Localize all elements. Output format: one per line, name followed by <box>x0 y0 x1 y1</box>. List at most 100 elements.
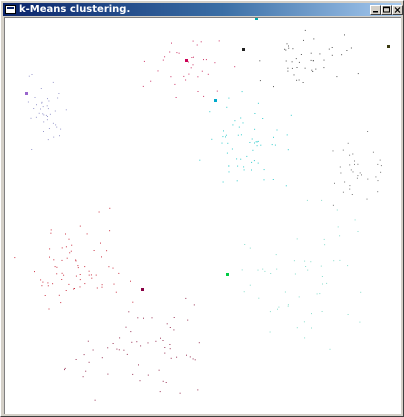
data-point <box>41 101 43 103</box>
plot-canvas[interactable] <box>4 17 401 414</box>
data-point <box>226 152 228 154</box>
data-point <box>221 142 223 144</box>
data-point <box>48 128 50 129</box>
data-point <box>65 290 67 291</box>
data-point <box>60 302 62 304</box>
data-point <box>253 160 255 162</box>
data-point <box>65 233 66 235</box>
minimize-icon <box>373 11 378 13</box>
data-point <box>160 337 161 339</box>
data-point <box>69 252 71 254</box>
data-point <box>132 301 134 303</box>
title-bar[interactable]: k-Means clustering. <box>3 3 403 16</box>
data-point <box>77 265 79 267</box>
data-point <box>55 124 57 126</box>
data-point <box>28 75 30 77</box>
data-point <box>287 70 289 72</box>
data-point <box>307 269 309 271</box>
data-point <box>53 259 55 261</box>
data-point <box>46 119 48 121</box>
data-point <box>50 229 52 231</box>
centroid-point <box>185 59 188 62</box>
data-point <box>179 392 181 394</box>
data-point <box>352 153 354 155</box>
data-point <box>223 130 224 132</box>
data-point <box>187 319 189 321</box>
maximize-button[interactable] <box>381 5 392 15</box>
data-point <box>50 232 52 234</box>
data-point <box>252 149 254 151</box>
data-point <box>31 74 33 75</box>
data-point <box>296 79 298 81</box>
data-point <box>151 317 153 319</box>
data-point <box>36 104 37 106</box>
data-point <box>169 51 171 53</box>
data-point <box>286 134 288 136</box>
data-point <box>304 337 306 339</box>
data-point <box>357 163 359 165</box>
data-point <box>357 73 359 75</box>
data-point <box>273 86 274 88</box>
data-point <box>339 259 341 261</box>
data-point <box>64 367 66 369</box>
data-point <box>372 151 374 153</box>
data-point <box>188 73 190 75</box>
data-point <box>323 59 325 61</box>
data-point <box>48 100 50 102</box>
data-point <box>340 172 342 174</box>
data-point <box>57 97 59 99</box>
app-window: k-Means clustering. <box>0 0 404 417</box>
data-point <box>296 67 298 68</box>
data-point <box>63 274 65 276</box>
data-point <box>257 162 259 164</box>
data-point <box>228 97 230 99</box>
data-point <box>61 279 63 280</box>
data-point <box>286 43 288 45</box>
data-point <box>321 199 323 201</box>
data-point <box>70 250 72 252</box>
data-point <box>66 257 68 259</box>
data-point <box>251 169 252 171</box>
close-button[interactable] <box>392 5 403 15</box>
data-point <box>234 66 236 68</box>
data-point <box>237 134 239 136</box>
data-point <box>361 174 362 176</box>
data-point <box>334 182 335 184</box>
data-point <box>337 226 339 228</box>
kmeans-plot <box>14 18 390 401</box>
data-point <box>47 98 48 100</box>
data-point <box>246 155 248 157</box>
data-point <box>130 331 132 333</box>
data-point <box>249 142 251 143</box>
data-point <box>96 287 98 289</box>
data-point <box>79 274 81 275</box>
data-point <box>47 116 48 117</box>
data-point <box>47 108 49 110</box>
data-point <box>197 91 199 92</box>
data-point <box>249 247 251 249</box>
data-point <box>193 56 194 58</box>
data-point <box>75 260 77 262</box>
data-point <box>140 345 142 347</box>
data-point <box>176 356 178 358</box>
data-point <box>58 294 60 296</box>
data-point <box>303 321 305 323</box>
data-point <box>162 340 164 341</box>
data-point <box>288 45 289 47</box>
data-point <box>278 306 280 308</box>
data-point <box>234 120 236 122</box>
data-point <box>107 373 109 375</box>
data-point <box>347 142 349 144</box>
data-point <box>231 148 233 150</box>
data-point <box>130 280 131 282</box>
data-point <box>101 357 103 359</box>
minimize-button[interactable] <box>370 5 381 15</box>
data-point <box>311 69 313 71</box>
data-point <box>190 67 192 69</box>
data-point <box>199 159 201 161</box>
data-point <box>296 238 298 240</box>
data-point <box>377 191 379 193</box>
data-point <box>174 83 176 85</box>
data-point <box>203 95 205 97</box>
app-icon[interactable] <box>5 5 16 14</box>
